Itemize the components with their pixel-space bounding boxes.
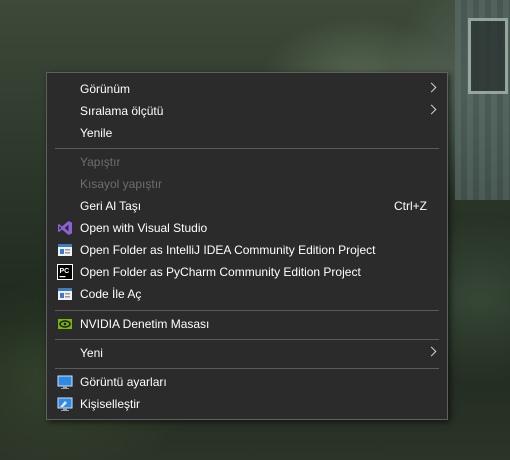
nvidia-icon [58,319,72,329]
menu-item-nvidia-control-panel[interactable]: NVIDIA Denetim Masası [47,313,447,335]
menu-item-label: Yenile [80,126,113,140]
personalize-icon [57,397,73,411]
menu-item-label: Geri Al Taşı [80,199,142,213]
menu-item-personalize[interactable]: Kişiselleştir [47,393,447,415]
menu-separator [55,310,439,311]
menu-item-label: Open Folder as PyCharm Community Edition… [80,265,361,279]
menu-item-label: Görüntü ayarları [80,375,167,389]
svg-text:PC: PC [60,268,70,275]
vscode-icon [58,288,72,300]
menu-item-refresh[interactable]: Yenile [47,122,447,144]
menu-item-label: Code İle Aç [80,287,142,301]
menu-separator [55,368,439,369]
visual-studio-icon [58,221,72,235]
menu-item-label: NVIDIA Denetim Masası [80,317,210,331]
menu-item-label: Yapıştır [80,155,121,169]
menu-item-display-settings[interactable]: Görüntü ayarları [47,371,447,393]
menu-item-label: Open Folder as IntelliJ IDEA Community E… [80,243,376,257]
menu-item-view[interactable]: Görünüm [47,78,447,100]
menu-item-sort-by[interactable]: Sıralama ölçütü [47,100,447,122]
context-menu: Görünüm Sıralama ölçütü Yenile Yapıştır … [46,72,448,420]
menu-item-open-with-code[interactable]: Code İle Aç [47,283,447,305]
menu-item-label: Open with Visual Studio [80,221,208,235]
menu-item-undo-move[interactable]: Geri Al Taşı Ctrl+Z [47,195,447,217]
display-icon [57,375,73,389]
menu-item-open-intellij[interactable]: Open Folder as IntelliJ IDEA Community E… [47,239,447,261]
pycharm-icon: PC [57,264,73,280]
menu-item-shortcut: Ctrl+Z [394,199,427,213]
menu-item-label: Sıralama ölçütü [80,104,164,118]
menu-item-label: Yeni [80,346,103,360]
menu-separator [55,148,439,149]
chevron-right-icon [426,82,437,93]
menu-item-new[interactable]: Yeni [47,342,447,364]
wallpaper-window [468,18,508,94]
menu-item-paste: Yapıştır [47,151,447,173]
menu-item-paste-shortcut: Kısayol yapıştır [47,173,447,195]
menu-item-label: Görünüm [80,82,131,96]
menu-item-label: Kişiselleştir [80,397,141,411]
menu-item-open-visual-studio[interactable]: Open with Visual Studio [47,217,447,239]
chevron-right-icon [426,104,437,115]
menu-item-label: Kısayol yapıştır [80,177,163,191]
menu-item-open-pycharm[interactable]: PC Open Folder as PyCharm Community Edit… [47,261,447,283]
intellij-icon [58,244,72,256]
menu-separator [55,339,439,340]
chevron-right-icon [426,346,437,357]
